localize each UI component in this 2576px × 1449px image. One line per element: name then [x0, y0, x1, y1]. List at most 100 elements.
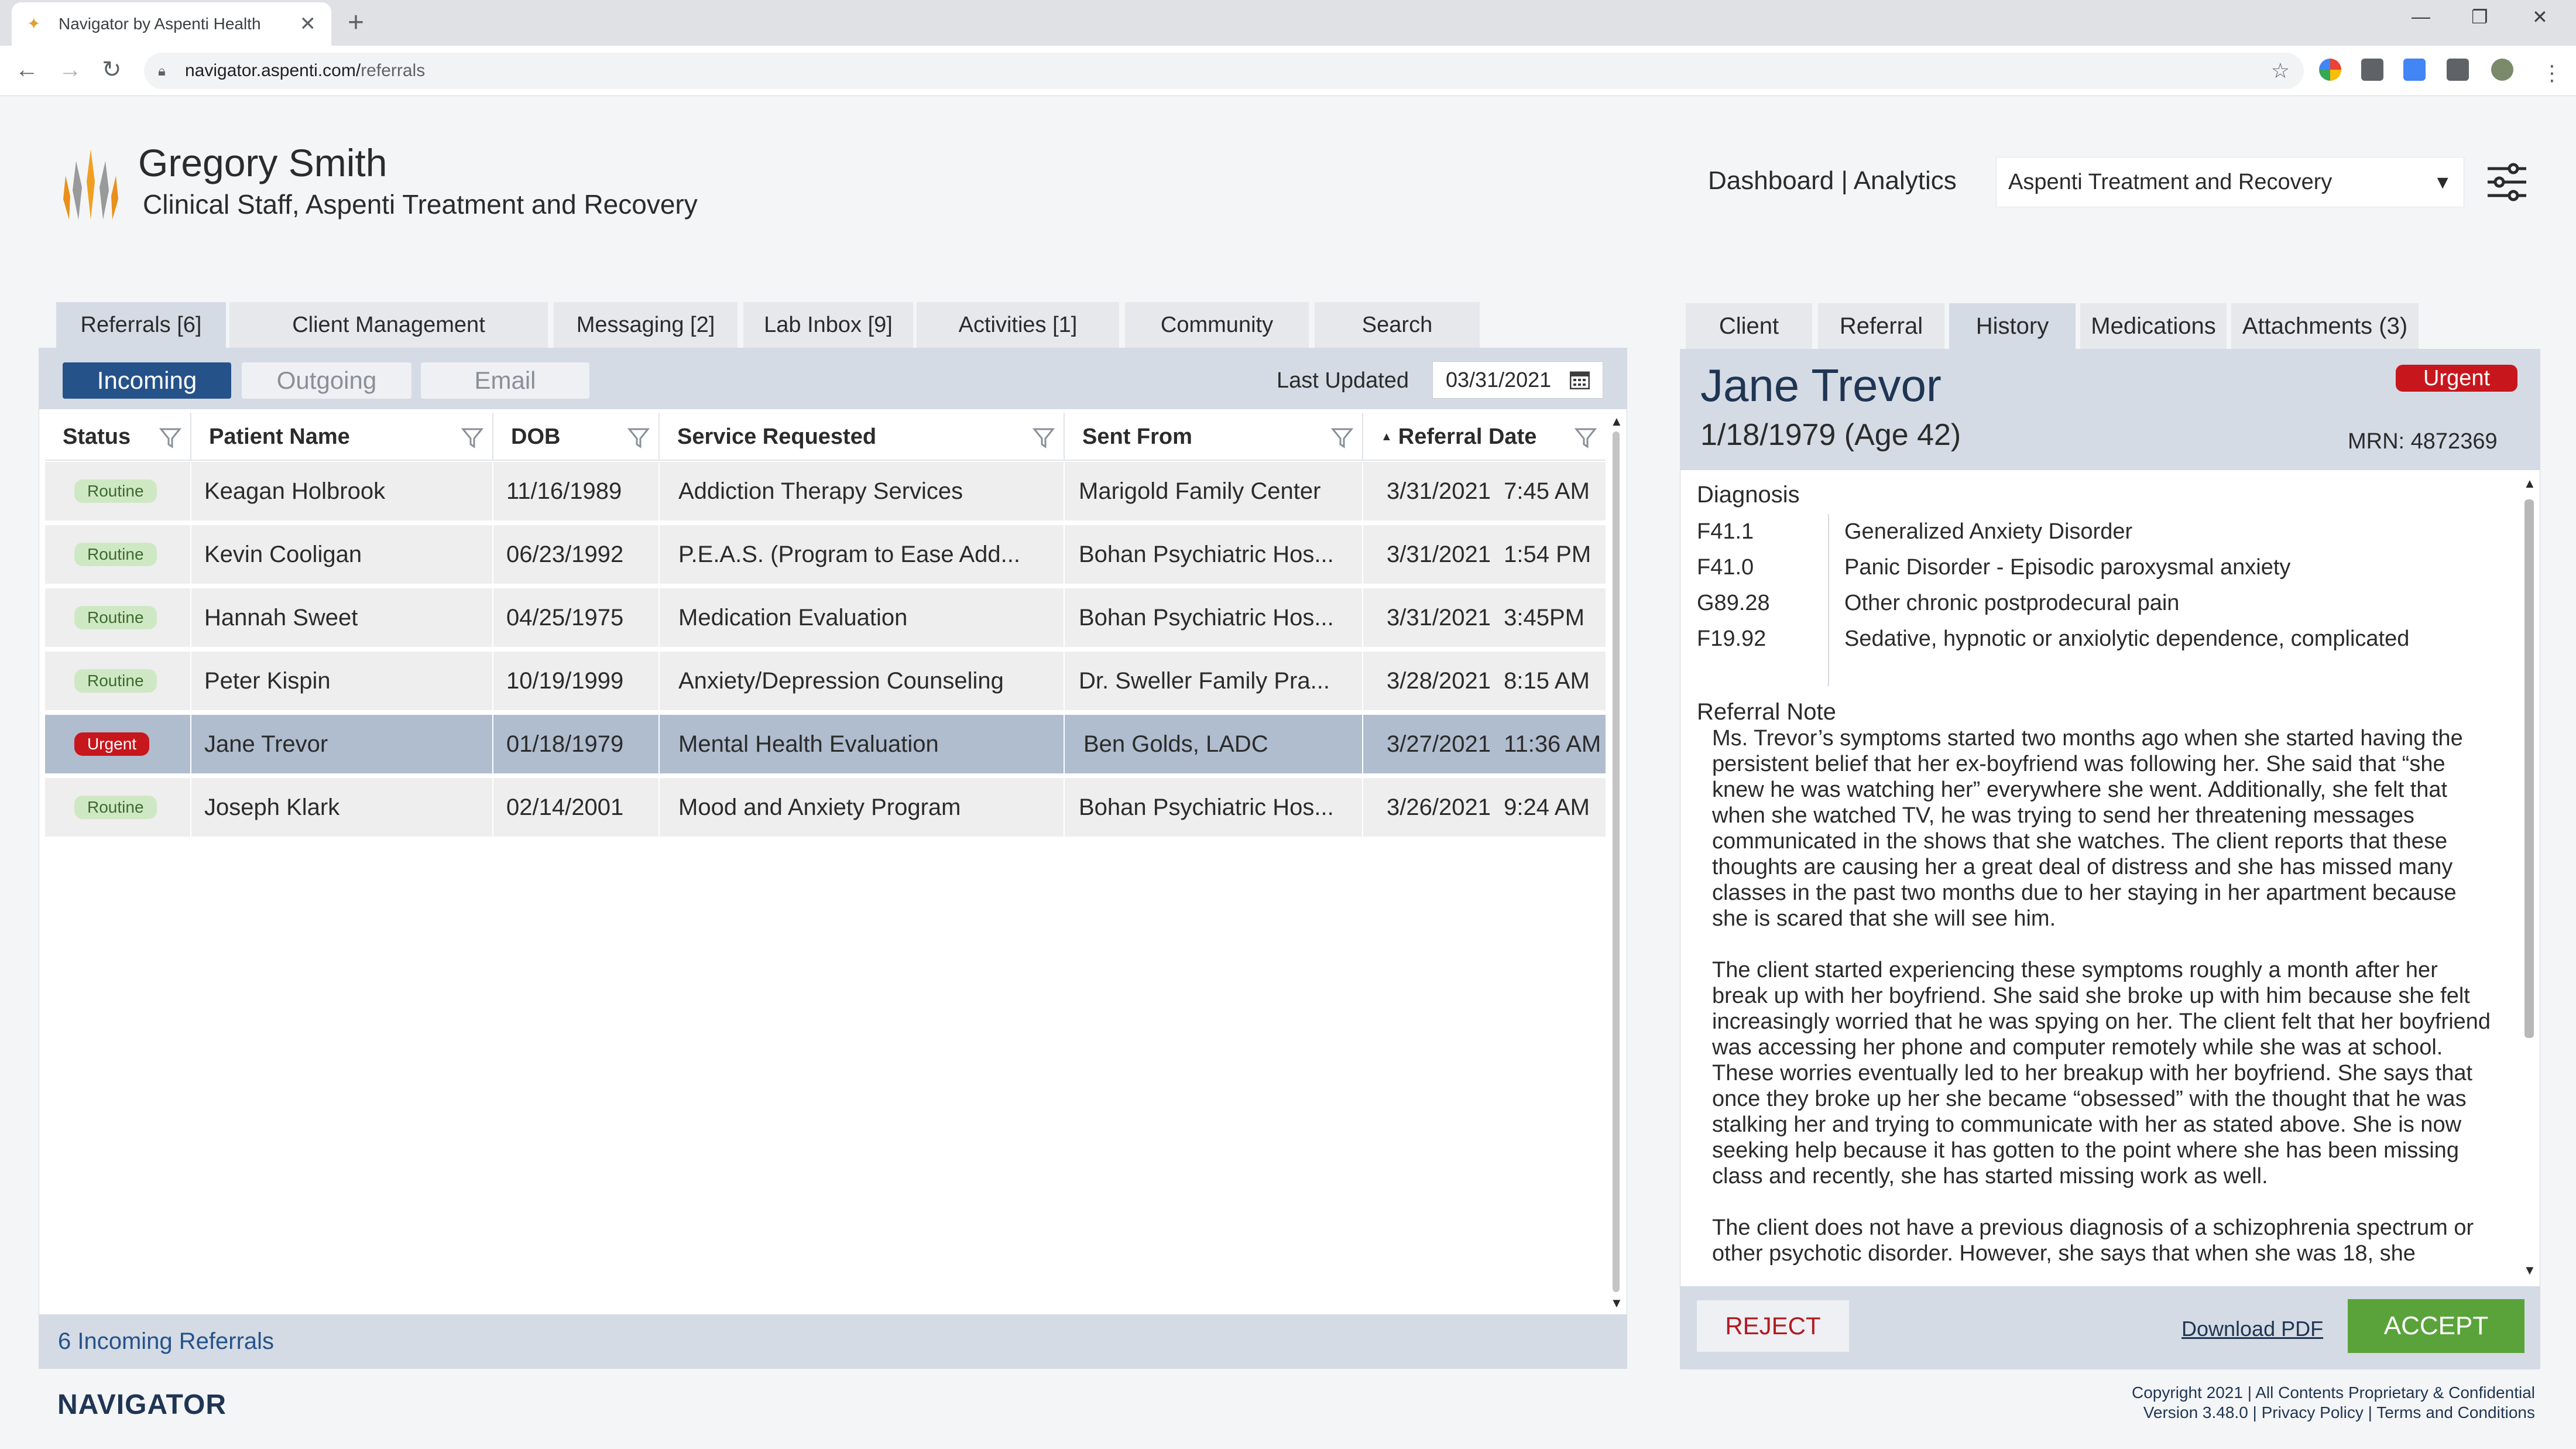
close-window-icon[interactable]: ✕ — [2532, 6, 2548, 28]
copyright-footer: Copyright 2021 | All Contents Proprietar… — [2132, 1383, 2535, 1423]
column-header-label: DOB — [511, 424, 561, 449]
table-row[interactable]: Routine Keagan Holbrook 11/16/1989 Addic… — [45, 462, 1606, 520]
tab-activities[interactable]: Activities [1] — [917, 302, 1119, 348]
filter-icon[interactable] — [1330, 426, 1354, 449]
translate-icon[interactable] — [2403, 59, 2426, 81]
column-header-referral-date[interactable]: ▲ Referral Date — [1363, 413, 1606, 461]
table-row[interactable]: Routine Kevin Cooligan 06/23/1992 P.E.A.… — [45, 525, 1606, 584]
organization-select-value: Aspenti Treatment and Recovery — [2008, 169, 2333, 194]
sent-from-cell: Ben Golds, LADC — [1065, 715, 1363, 773]
dob-cell: 02/14/2001 — [493, 778, 660, 837]
tab-messaging[interactable]: Messaging [2] — [554, 302, 738, 348]
browser-tab[interactable]: ✦ Navigator by Aspenti Health ✕ — [12, 2, 331, 46]
filter-icon[interactable] — [627, 426, 650, 449]
sent-from-cell: Dr. Sweller Family Pra... — [1065, 652, 1363, 710]
maximize-icon[interactable]: ❐ — [2471, 6, 2488, 28]
column-header-status[interactable]: Status — [45, 413, 191, 461]
table-row[interactable]: Routine Hannah Sweet 04/25/1975 Medicati… — [45, 588, 1606, 647]
referral-date-cell: 3/26/2021 9:24 AM — [1387, 794, 1590, 820]
column-header-sent-from[interactable]: Sent From — [1065, 413, 1363, 461]
extension-card-icon[interactable] — [2361, 59, 2383, 81]
back-icon[interactable]: ← — [15, 55, 39, 84]
service-cell: Mental Health Evaluation — [660, 715, 1065, 773]
sort-ascending-icon[interactable]: ▲ — [1381, 430, 1392, 444]
scrollbar-thumb[interactable] — [2524, 499, 2534, 1038]
tab-client[interactable]: Client — [1686, 303, 1812, 349]
detail-scrollbar[interactable]: ▲ ▼ — [2521, 476, 2537, 1284]
patient-name-cell: Joseph Klark — [191, 778, 493, 837]
sent-from-cell: Bohan Psychiatric Hos... — [1065, 588, 1363, 647]
referral-detail-body[interactable]: Diagnosis F41.1 Generalized Anxiety Diso… — [1680, 470, 2517, 1284]
status-badge: Routine — [74, 606, 157, 629]
diagnosis-code-divider — [1697, 657, 1829, 686]
minimize-icon[interactable]: — — [2412, 6, 2430, 28]
scroll-down-arrow-icon[interactable]: ▼ — [1610, 1296, 1623, 1311]
tab-attachments[interactable]: Attachments (3) — [2231, 303, 2419, 349]
dob-cell: 11/16/1989 — [493, 462, 660, 520]
extensions-puzzle-icon[interactable] — [2447, 59, 2469, 81]
diagnosis-description: Panic Disorder - Episodic paroxysmal anx… — [1844, 555, 2291, 580]
table-row-selected[interactable]: Urgent Jane Trevor 01/18/1979 Mental Hea… — [45, 715, 1606, 773]
settings-sliders-icon[interactable] — [2485, 160, 2529, 204]
reload-icon[interactable]: ↻ — [102, 55, 122, 84]
new-tab-button[interactable]: + — [348, 7, 364, 39]
status-cell: Routine — [45, 778, 191, 837]
service-cell: Addiction Therapy Services — [660, 462, 1065, 520]
reject-button[interactable]: REJECT — [1697, 1300, 1849, 1352]
column-header-dob[interactable]: DOB — [493, 413, 660, 461]
forward-icon[interactable]: → — [59, 55, 82, 84]
subtab-outgoing[interactable]: Outgoing — [242, 362, 411, 399]
extension-color-icon[interactable] — [2319, 59, 2341, 81]
tab-referral[interactable]: Referral — [1818, 303, 1944, 349]
patient-name: Jane Trevor — [1700, 359, 1942, 411]
subtab-incoming[interactable]: Incoming — [63, 362, 231, 399]
accept-button[interactable]: ACCEPT — [2348, 1299, 2524, 1353]
browser-menu-icon[interactable]: ⋮ — [2541, 59, 2563, 88]
table-row[interactable]: Routine Peter Kispin 10/19/1999 Anxiety/… — [45, 652, 1606, 710]
service-cell: Mood and Anxiety Program — [660, 778, 1065, 837]
status-cell: Routine — [45, 525, 191, 584]
version-links-line[interactable]: Version 3.48.0 | Privacy Policy | Terms … — [2132, 1403, 2535, 1423]
last-updated-label: Last Updated — [1277, 368, 1409, 393]
scroll-down-arrow-icon[interactable]: ▼ — [2523, 1263, 2536, 1278]
referral-date-cell: 3/31/2021 1:54 PM — [1387, 541, 1591, 567]
column-header-service-requested[interactable]: Service Requested — [660, 413, 1065, 461]
download-pdf-link[interactable]: Download PDF — [2181, 1317, 2323, 1341]
dashboard-analytics-links[interactable]: Dashboard | Analytics — [1708, 166, 1957, 196]
scrollbar-track[interactable] — [1613, 431, 1620, 1292]
filter-icon[interactable] — [1574, 426, 1597, 449]
subtab-email[interactable]: Email — [421, 362, 589, 399]
profile-avatar[interactable] — [2491, 59, 2513, 81]
calendar-icon[interactable] — [1570, 371, 1590, 389]
tab-lab-inbox[interactable]: Lab Inbox [9] — [743, 302, 913, 348]
diagnosis-description: Sedative, hypnotic or anxiolytic depende… — [1844, 626, 2410, 651]
address-bar[interactable]: 🔒︎ navigator.aspenti.com/referrals ☆ — [144, 53, 2304, 89]
patient-name-cell: Keagan Holbrook — [191, 462, 493, 520]
close-tab-icon[interactable]: ✕ — [300, 12, 317, 36]
organization-select[interactable]: Aspenti Treatment and Recovery ▼ — [1996, 157, 2464, 207]
tab-client-management[interactable]: Client Management — [229, 302, 548, 348]
status-cell: Urgent — [45, 715, 191, 773]
user-role: Clinical Staff, Aspenti Treatment and Re… — [143, 189, 698, 220]
table-scrollbar[interactable]: ▲ ▼ — [1608, 414, 1624, 1310]
bookmark-star-icon[interactable]: ☆ — [2271, 59, 2290, 83]
column-header-patient-name[interactable]: Patient Name — [191, 413, 493, 461]
tab-community[interactable]: Community — [1125, 302, 1309, 348]
service-cell: P.E.A.S. (Program to Ease Add... — [660, 525, 1065, 584]
tab-referrals[interactable]: Referrals [6] — [56, 302, 226, 348]
service-cell: Medication Evaluation — [660, 588, 1065, 647]
last-updated-date-input[interactable]: 03/31/2021 — [1432, 361, 1603, 399]
tab-medications[interactable]: Medications — [2080, 303, 2227, 349]
sent-from-cell: Marigold Family Center — [1065, 462, 1363, 520]
diagnosis-item: G89.28 Other chronic postprodecural pain — [1697, 585, 2501, 621]
scroll-up-arrow-icon[interactable]: ▲ — [1610, 414, 1623, 429]
scroll-up-arrow-icon[interactable]: ▲ — [2523, 476, 2536, 491]
sent-from-cell: Bohan Psychiatric Hos... — [1065, 525, 1363, 584]
tab-search[interactable]: Search — [1315, 302, 1480, 348]
tab-history[interactable]: History — [1949, 303, 2076, 349]
filter-icon[interactable] — [461, 426, 484, 449]
diagnosis-spacer — [1697, 657, 2501, 686]
filter-icon[interactable] — [159, 426, 182, 449]
table-row[interactable]: Routine Joseph Klark 02/14/2001 Mood and… — [45, 778, 1606, 837]
filter-icon[interactable] — [1032, 426, 1055, 449]
